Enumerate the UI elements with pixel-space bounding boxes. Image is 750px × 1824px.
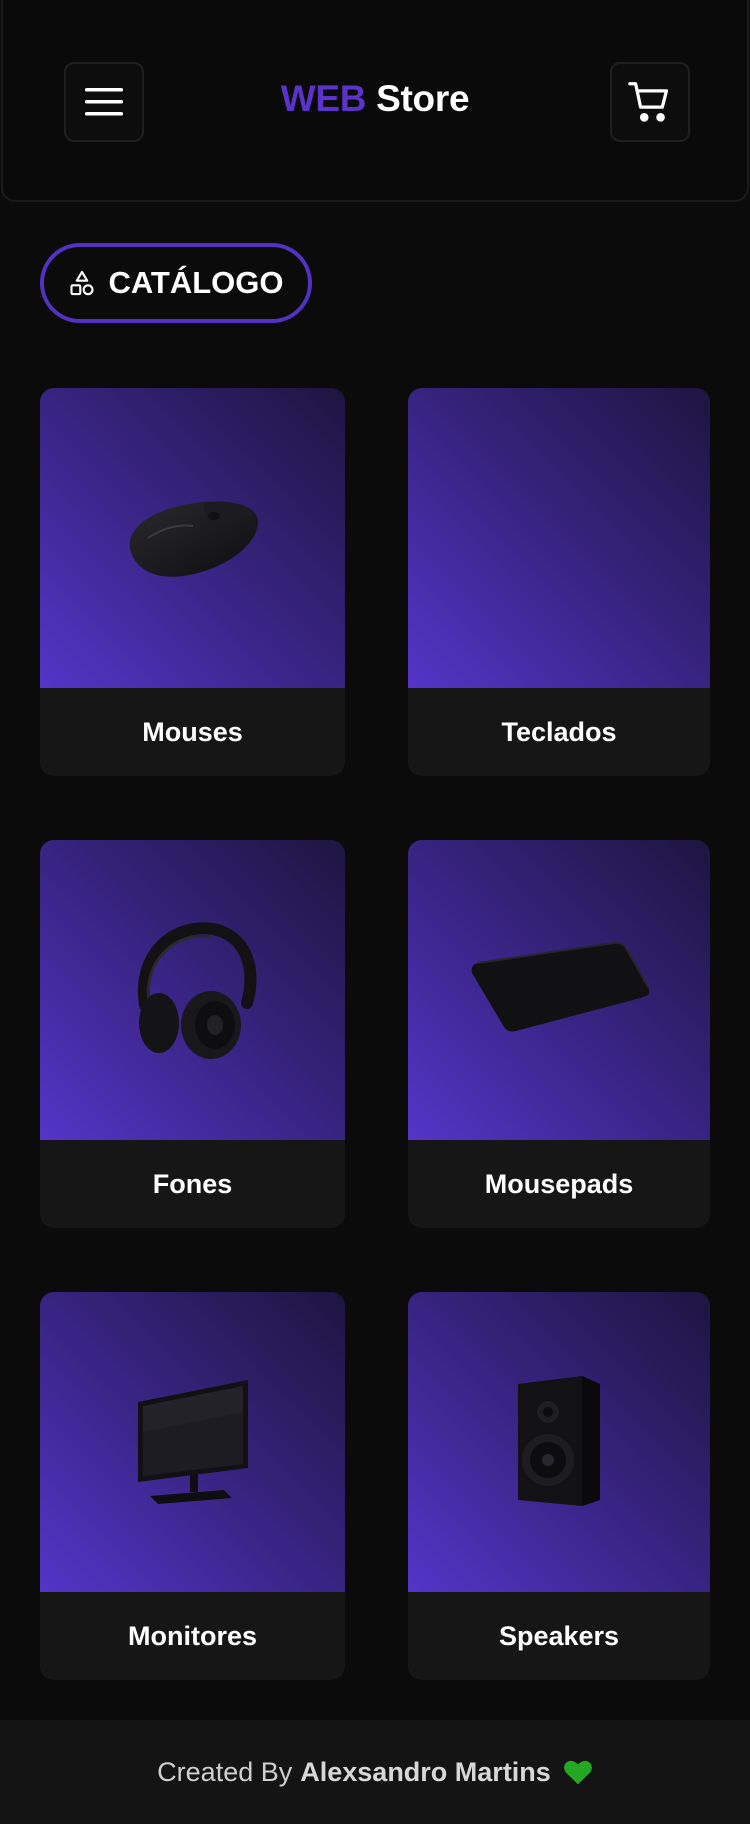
category-card-mousepads[interactable]: Mousepads [408,840,710,1228]
brand-rest: Store [376,78,470,119]
category-image [408,388,710,688]
footer-author[interactable]: Alexsandro Martins [300,1757,551,1788]
category-label: Mouses [40,688,345,776]
category-card-monitores[interactable]: Monitores [40,1292,345,1680]
catalog-button[interactable]: CATÁLOGO [40,243,312,323]
monitor-image [137,1380,248,1504]
footer: Created By Alexsandro Martins [0,1720,750,1824]
mouse-image [129,501,258,577]
category-label: Monitores [40,1592,345,1680]
category-image [40,1292,345,1592]
category-image [408,840,710,1140]
category-card-fones[interactable]: Fones [40,840,345,1228]
cart-button[interactable] [610,62,690,142]
category-label: Teclados [408,688,710,776]
category-image [408,1292,710,1592]
category-image [40,840,345,1140]
category-label: Speakers [408,1592,710,1680]
category-card-speakers[interactable]: Speakers [408,1292,710,1680]
category-label: Fones [40,1140,345,1228]
footer-prefix: Created By [157,1756,293,1787]
header: WEB Store [1,0,749,202]
shapes-icon [70,270,95,296]
category-card-mouses[interactable]: Mouses [40,388,345,776]
catalog-label: CATÁLOGO [108,265,284,300]
mousepad-image [471,941,650,1032]
shopping-cart-icon [628,82,669,122]
speaker-image [518,1376,600,1506]
category-card-teclados[interactable]: Teclados [408,388,710,776]
heart-icon [563,1759,593,1785]
headphones-image [137,922,256,1059]
category-label: Mousepads [408,1140,710,1228]
category-image [40,388,345,688]
brand-accent: WEB [280,78,367,119]
page: WEB Store CATÁLOGO Mouses Teclados Fones… [0,0,750,1824]
